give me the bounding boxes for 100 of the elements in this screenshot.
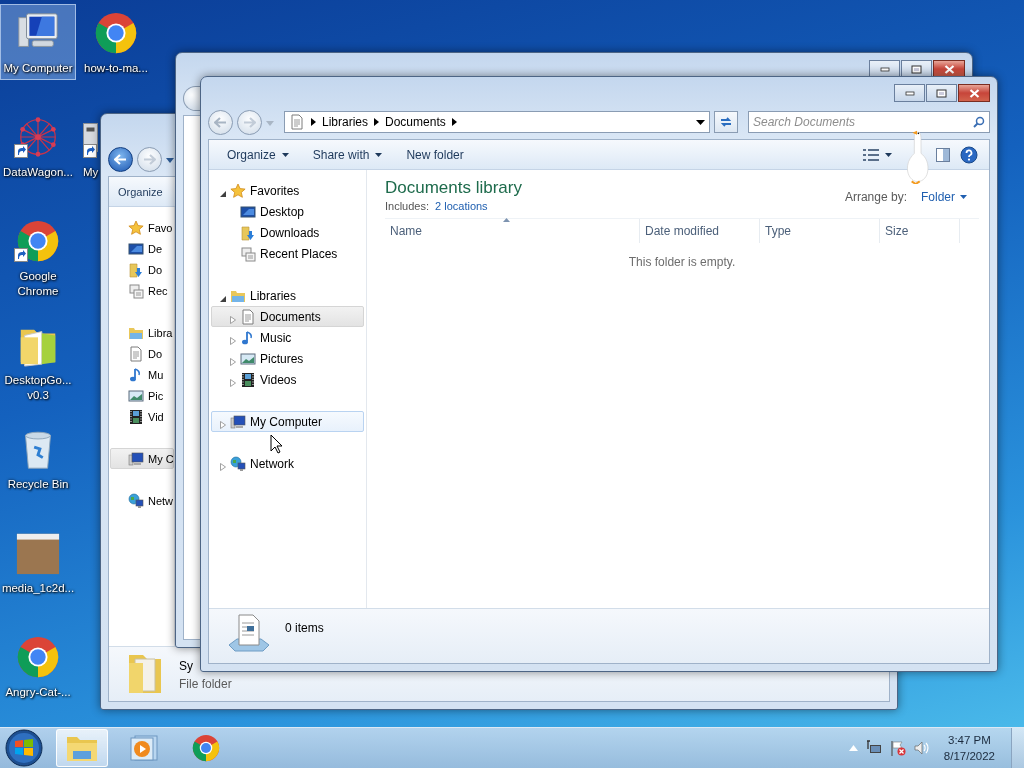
maximize-button[interactable] xyxy=(926,84,957,102)
desktop-icon[interactable]: DataWagon... xyxy=(0,108,76,184)
clock-date[interactable]: 8/17/2022 xyxy=(943,748,995,764)
back-arrow-icon xyxy=(214,116,227,128)
document-icon xyxy=(128,345,144,362)
desktop-icon[interactable]: Recycle Bin xyxy=(0,420,76,496)
new-folder-button[interactable]: New folder xyxy=(394,143,476,166)
nav-tree-item[interactable]: Vid xyxy=(110,406,174,427)
start-button[interactable] xyxy=(2,728,46,768)
recent-places-icon xyxy=(240,245,256,262)
nav-tree-item[interactable]: Libra xyxy=(110,322,174,343)
nav-tree-item[interactable]: Libraries xyxy=(211,285,364,306)
refresh-button[interactable] xyxy=(714,111,738,133)
breadcrumb-item[interactable]: Libraries xyxy=(322,115,369,129)
nav-tree-item[interactable]: Downloads xyxy=(211,222,364,243)
browser-icon xyxy=(93,10,139,56)
dropdown-caret-icon xyxy=(696,119,705,125)
computer-icon xyxy=(230,413,246,430)
refresh-icon xyxy=(719,116,733,128)
minimize-button[interactable] xyxy=(894,84,925,102)
nav-tree-item[interactable]: Netw xyxy=(110,490,174,511)
nav-tree-item[interactable]: My C xyxy=(110,448,174,469)
download-folder-icon xyxy=(128,261,144,278)
breadcrumb-arrow-icon xyxy=(311,118,316,126)
nav-tree-item[interactable]: Pictures xyxy=(211,348,364,369)
nav-tree-item[interactable]: Favorites xyxy=(211,180,364,201)
nav-tree-item[interactable]: Pic xyxy=(110,385,174,406)
help-icon xyxy=(960,145,978,164)
collapse-arrow-icon xyxy=(220,189,226,198)
maximize-icon xyxy=(936,88,947,98)
nav-tree-item[interactable]: Recent Places xyxy=(211,243,364,264)
star-icon xyxy=(128,219,144,236)
nav-tree-item[interactable]: Favo xyxy=(110,217,174,238)
item-type: File folder xyxy=(179,677,232,691)
nav-tree-item[interactable]: Music xyxy=(211,327,364,348)
breadcrumb-arrow-icon xyxy=(374,118,380,126)
mouse-pointer-icon xyxy=(270,434,283,454)
expand-arrow-icon xyxy=(220,420,226,429)
monitor-icon xyxy=(128,240,144,257)
expand-arrow-icon xyxy=(230,378,236,387)
column-header[interactable]: Size xyxy=(880,219,960,243)
back-button[interactable] xyxy=(108,146,133,172)
back-arrow-icon xyxy=(114,153,127,165)
column-header[interactable]: Name xyxy=(385,219,640,243)
forward-button[interactable] xyxy=(237,109,262,135)
nav-tree-item[interactable]: Rec xyxy=(110,280,174,301)
item-count: 0 items xyxy=(285,621,324,635)
nav-tree-item[interactable]: Network xyxy=(211,453,364,474)
minimize-icon xyxy=(879,66,890,72)
recent-places-icon xyxy=(128,282,144,299)
view-list-icon xyxy=(863,148,879,161)
minimize-icon xyxy=(904,90,915,96)
arrange-by-dropdown[interactable]: Folder xyxy=(921,190,967,204)
close-icon xyxy=(943,64,955,74)
preview-pane-icon xyxy=(936,147,950,162)
nav-tree-item[interactable]: Videos xyxy=(211,369,364,390)
desktop-icon[interactable]: My Computer xyxy=(0,4,76,80)
file-explorer-taskbar-button[interactable] xyxy=(56,729,108,767)
browser-icon xyxy=(191,733,221,763)
nav-tree-item[interactable]: Desktop xyxy=(211,201,364,222)
nav-tree-item[interactable]: De xyxy=(110,238,174,259)
desktop-icon[interactable]: DesktopGo... v0.3 xyxy=(0,316,76,407)
library-title: Documents library xyxy=(385,177,522,199)
nav-tree-item[interactable]: Do xyxy=(110,343,174,364)
breadcrumb-item[interactable]: Documents xyxy=(385,115,446,129)
caret-icon xyxy=(375,152,383,157)
desktop-icon[interactable]: media_1c2d... xyxy=(0,524,76,600)
speaker-icon xyxy=(913,740,930,756)
maximize-icon xyxy=(911,64,922,74)
caret-icon xyxy=(281,152,289,157)
browser-icon xyxy=(15,634,61,680)
film-icon xyxy=(240,371,256,388)
caret-icon xyxy=(885,152,892,157)
action-center-flag-icon xyxy=(889,740,906,756)
expand-arrow-icon xyxy=(230,336,236,345)
nav-tree-item[interactable]: Documents xyxy=(211,306,364,327)
arrange-by-label: Arrange by: xyxy=(844,190,907,204)
desktop-icon[interactable]: Angry-Cat-... xyxy=(0,628,76,704)
column-header[interactable]: Type xyxy=(760,219,880,243)
forward-arrow-icon xyxy=(143,153,156,165)
desktop-icon[interactable]: how-to-ma... xyxy=(78,4,154,80)
close-icon xyxy=(968,88,980,98)
expand-arrow-icon xyxy=(230,315,236,324)
address-bar[interactable]: Libraries Documents xyxy=(284,111,710,133)
clock-time[interactable]: 3:47 PM xyxy=(948,732,991,748)
monitor-icon xyxy=(240,203,256,220)
nav-tree-item[interactable]: My Computer xyxy=(211,411,364,432)
nav-tree-item[interactable]: Mu xyxy=(110,364,174,385)
organize-button[interactable]: Organize xyxy=(215,143,301,166)
close-button[interactable] xyxy=(958,84,990,102)
desktop-icon[interactable]: Google Chrome xyxy=(0,212,76,303)
nav-tree-item[interactable]: Do xyxy=(110,259,174,280)
breadcrumb-arrow-icon xyxy=(451,118,457,126)
organize-button[interactable]: Organize xyxy=(115,181,166,202)
locations-link[interactable]: 2 locations xyxy=(435,200,488,212)
document-icon xyxy=(240,308,256,325)
share-with-button[interactable]: Share with xyxy=(300,143,395,166)
picture-icon xyxy=(240,350,256,367)
column-header[interactable]: Date modified xyxy=(640,219,760,243)
desktop-icon[interactable]: My xyxy=(80,108,100,184)
